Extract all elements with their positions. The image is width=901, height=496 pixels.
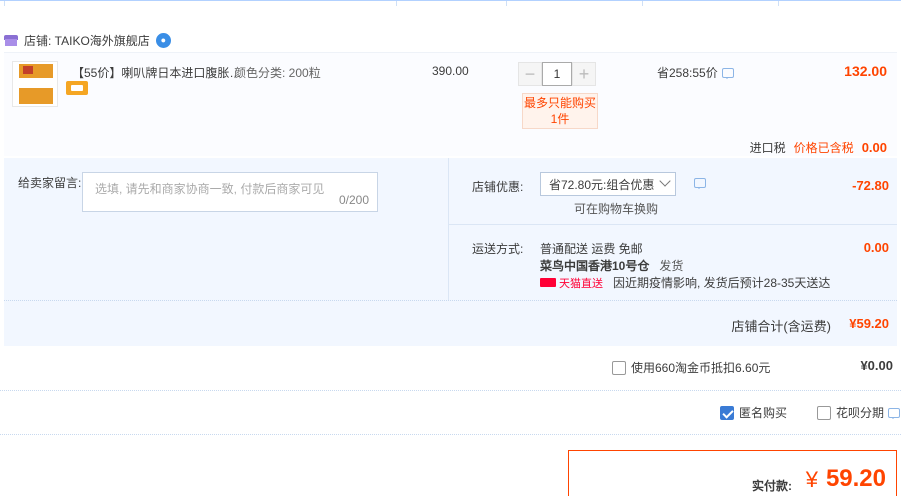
tax-value: 0.00 xyxy=(861,140,887,155)
shop-icon xyxy=(4,34,18,46)
shipping-warehouse-row: 菜鸟中国香港10号仓 发货 xyxy=(540,257,683,274)
column-tick xyxy=(506,1,507,6)
column-tick xyxy=(4,1,5,6)
tmall-tag: 天猫直送 xyxy=(559,277,603,290)
order-item: 【55价】喇叭牌日本进口腹胀… 颜色分类: 200粒 390.00 − + 最多… xyxy=(4,52,897,156)
order-options-panel: 给卖家留言: 选填, 请先和商家协商一致, 付款后商家可见 0/200 店铺优惠… xyxy=(4,158,897,300)
warehouse-name: 菜鸟中国香港10号仓 xyxy=(540,259,650,273)
taojinbi-value: ¥0.00 xyxy=(860,358,893,373)
message-placeholder: 选填, 请先和商家协商一致, 付款后商家可见 xyxy=(95,182,325,196)
quantity-limit-warning: 最多只能购买1件 xyxy=(522,93,598,129)
ship-status: 发货 xyxy=(659,259,684,273)
column-tick xyxy=(396,1,397,6)
quantity-stepper: − + xyxy=(518,62,596,86)
message-char-count: 0/200 xyxy=(338,193,369,207)
column-tick xyxy=(778,1,779,6)
unit-price: 390.00 xyxy=(432,64,469,78)
tmall-direct-badge: 天猫直送 xyxy=(540,275,603,291)
increase-button[interactable]: + xyxy=(572,62,596,86)
comment-icon[interactable] xyxy=(721,67,734,79)
promo-subtext: 可在购物车换购 xyxy=(574,202,659,216)
tax-note: 价格已含税 xyxy=(793,141,854,155)
decrease-button[interactable]: − xyxy=(518,62,542,86)
taojinbi-checkbox[interactable] xyxy=(612,360,626,375)
coupon-icon xyxy=(66,81,88,95)
shop-name[interactable]: 店铺: TAIKO海外旗舰店 xyxy=(24,32,150,49)
product-title[interactable]: 【55价】喇叭牌日本进口腹胀… xyxy=(72,64,241,81)
taojinbi-option[interactable]: 使用660淘金币抵扣6.60元 xyxy=(612,359,770,376)
huabei-option[interactable]: 花呗分期 xyxy=(817,404,901,421)
currency-symbol: ¥ xyxy=(805,467,818,492)
column-tick xyxy=(642,1,643,6)
divider xyxy=(0,434,901,435)
saving-text: 省258:55价 xyxy=(657,66,718,80)
shipping-value: 0.00 xyxy=(863,240,889,255)
product-thumbnail[interactable] xyxy=(12,61,58,107)
chat-bubble-icon[interactable]: ● xyxy=(155,32,171,48)
comment-icon[interactable] xyxy=(694,178,706,189)
chevron-down-icon xyxy=(659,175,671,187)
promo-select[interactable]: 省72.80元:组合优惠 xyxy=(540,172,676,196)
message-label: 给卖家留言: xyxy=(18,176,82,190)
payment-summary: 实付款: ¥ 59.20 xyxy=(568,450,897,496)
divider xyxy=(0,390,901,391)
quantity-input[interactable] xyxy=(542,62,572,86)
anonymous-label: 匿名购买 xyxy=(739,406,788,420)
taojinbi-label: 使用660淘金币抵扣6.60元 xyxy=(631,361,771,375)
shipping-method: 普通配送 运费 免邮 xyxy=(540,242,643,256)
anonymous-checkbox[interactable] xyxy=(720,405,734,420)
top-divider xyxy=(0,0,901,6)
pay-amount: 59.20 xyxy=(825,465,886,492)
row-divider xyxy=(449,224,897,225)
item-total: 132.00 xyxy=(844,63,887,79)
shipping-note-row: 天猫直送 因近期疫情影响, 发货后预计28-35天送达 xyxy=(540,274,830,291)
tmall-cat-icon xyxy=(540,278,556,287)
pay-label: 实付款: xyxy=(752,479,792,493)
seller-message-textarea[interactable]: 选填, 请先和商家协商一致, 付款后商家可见 0/200 xyxy=(82,172,378,212)
import-tax-row: 进口税 价格已含税 0.00 xyxy=(750,139,887,156)
tax-label: 进口税 xyxy=(749,141,786,155)
comment-icon[interactable] xyxy=(888,407,901,419)
subtotal-value: ¥59.20 xyxy=(849,316,889,331)
shipping-note: 因近期疫情影响, 发货后预计28-35天送达 xyxy=(613,276,831,290)
shop-header: 店铺: TAIKO海外旗舰店 ● xyxy=(4,30,171,50)
promo-label: 店铺优惠: xyxy=(472,180,524,194)
column-divider xyxy=(448,158,449,300)
huabei-checkbox[interactable] xyxy=(817,405,831,420)
subtotal-label: 店铺合计(含运费) xyxy=(731,319,831,334)
shipping-label: 运送方式: xyxy=(472,242,524,256)
anonymous-option[interactable]: 匿名购买 xyxy=(720,404,787,421)
product-variant: 颜色分类: 200粒 xyxy=(234,66,321,80)
saving-info: 省258:55价 xyxy=(657,64,734,81)
promo-selected: 省72.80元:组合优惠 xyxy=(549,177,655,192)
huabei-label: 花呗分期 xyxy=(836,406,885,420)
shop-subtotal-row: 店铺合计(含运费) ¥59.20 xyxy=(4,300,897,346)
promo-value: -72.80 xyxy=(852,178,889,193)
